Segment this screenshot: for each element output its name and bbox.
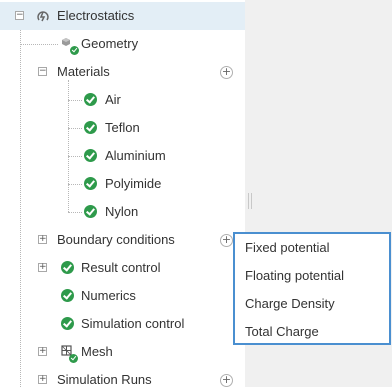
tree-item-label: Simulation control: [81, 316, 185, 331]
check-circle-icon: [84, 177, 97, 190]
menu-item-total-charge[interactable]: Total Charge: [235, 318, 389, 346]
tree-item-material-nylon[interactable]: Nylon: [0, 198, 245, 226]
add-material-button[interactable]: +: [220, 66, 233, 79]
electrostatics-icon: [37, 11, 49, 22]
tree-item-materials[interactable]: − Materials +: [0, 58, 245, 86]
tree-item-boundary-conditions[interactable]: + Boundary conditions +: [0, 226, 245, 254]
tree-item-result-control[interactable]: + Result control: [0, 254, 245, 282]
panel-resize-handle[interactable]: [248, 193, 252, 209]
tree-item-label: Geometry: [81, 36, 139, 51]
tree-item-material-teflon[interactable]: Teflon: [0, 114, 245, 142]
expand-toggle[interactable]: +: [38, 375, 47, 384]
tree-item-label: Boundary conditions: [57, 232, 175, 247]
tree-item-label: Simulation Runs: [57, 372, 152, 387]
tree-item-simulation-runs[interactable]: + Simulation Runs +: [0, 366, 245, 387]
tree-item-material-polyimide[interactable]: Polyimide: [0, 170, 245, 198]
tree-item-label: Numerics: [81, 288, 136, 303]
geometry-status-check-icon: [70, 46, 79, 55]
check-circle-icon: [84, 149, 97, 162]
check-circle-icon: [84, 93, 97, 106]
tree-item-label: Materials: [57, 64, 110, 79]
check-circle-icon: [84, 121, 97, 134]
tree-item-label: Nylon: [105, 204, 139, 219]
tree-item-material-air[interactable]: Air: [0, 86, 245, 114]
tree-item-electrostatics[interactable]: − Electrostatics: [0, 2, 245, 30]
add-boundary-condition-button[interactable]: +: [220, 234, 233, 247]
simulation-tree-panel: − Electrostatics Geometry − Materials + …: [0, 0, 245, 387]
tree-item-geometry[interactable]: Geometry: [0, 30, 245, 58]
check-circle-icon: [61, 289, 74, 302]
tree-item-label: Result control: [81, 260, 161, 275]
tree-item-label: Electrostatics: [57, 8, 135, 23]
tree-item-label: Air: [105, 92, 121, 107]
menu-item-fixed-potential[interactable]: Fixed potential: [235, 234, 389, 262]
add-simulation-run-button[interactable]: +: [220, 374, 233, 387]
mesh-status-check-icon: [69, 354, 78, 363]
tree-item-mesh[interactable]: + Mesh: [0, 338, 245, 366]
menu-item-floating-potential[interactable]: Floating potential: [235, 262, 389, 290]
tree-item-label: Teflon: [105, 120, 140, 135]
check-circle-icon: [61, 317, 74, 330]
expand-toggle[interactable]: +: [38, 347, 47, 356]
tree-item-material-aluminium[interactable]: Aluminium: [0, 142, 245, 170]
check-circle-icon: [84, 205, 97, 218]
boundary-condition-menu: Fixed potential Floating potential Charg…: [233, 232, 391, 345]
tree-item-label: Mesh: [81, 344, 113, 359]
collapse-toggle[interactable]: −: [38, 67, 47, 76]
tree-item-simulation-control[interactable]: Simulation control: [0, 310, 245, 338]
collapse-toggle[interactable]: −: [15, 11, 24, 20]
check-circle-icon: [61, 261, 74, 274]
expand-toggle[interactable]: +: [38, 263, 47, 272]
tree-item-numerics[interactable]: Numerics: [0, 282, 245, 310]
menu-item-charge-density[interactable]: Charge Density: [235, 290, 389, 318]
tree-item-label: Polyimide: [105, 176, 162, 191]
tree-item-label: Aluminium: [105, 148, 166, 163]
expand-toggle[interactable]: +: [38, 235, 47, 244]
